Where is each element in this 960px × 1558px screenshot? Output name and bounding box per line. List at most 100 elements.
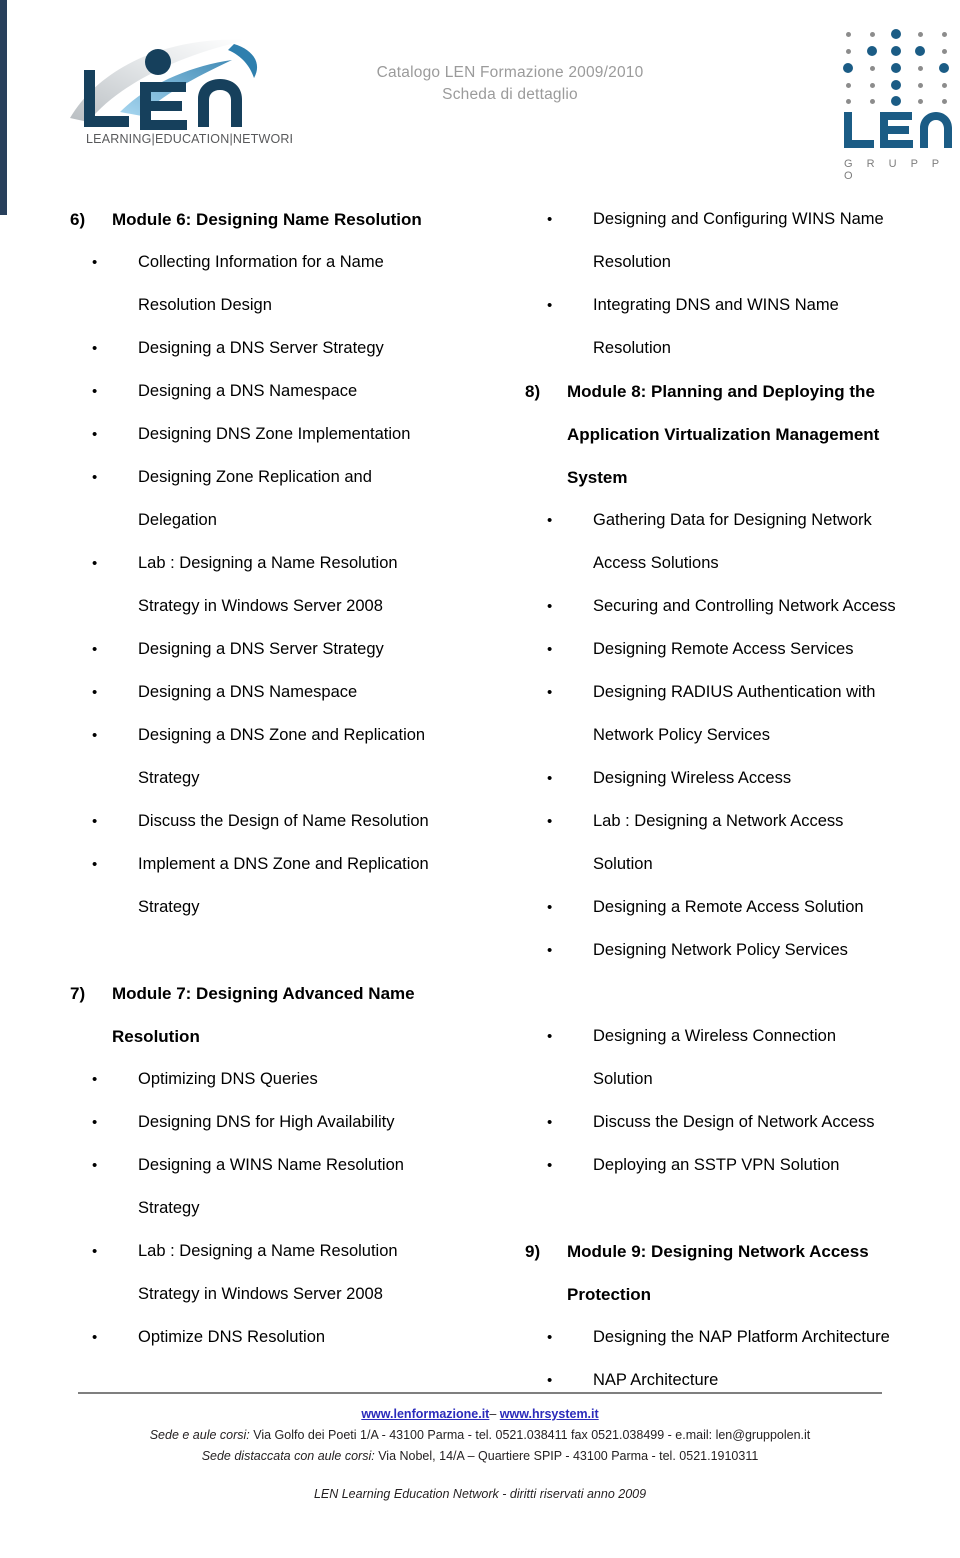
- topic-label: Designing a WINS Name Resolution: [138, 1156, 404, 1174]
- grid-dot-accent: [867, 46, 877, 56]
- bullet-icon: •: [92, 727, 98, 744]
- topic-bullet-item: • Implement a DNS Zone and Replication: [70, 843, 515, 886]
- topic-label: Designing DNS Zone Implementation: [138, 425, 411, 443]
- topic-label: Designing DNS for High Availability: [138, 1113, 395, 1131]
- module-number: 6): [70, 210, 86, 229]
- topic-label: Designing and Configuring WINS Name: [593, 210, 884, 228]
- footer-rights: LEN Learning Education Network - diritti…: [313, 1487, 647, 1501]
- grid-dot: [942, 99, 947, 104]
- bullet-icon: •: [92, 1243, 98, 1260]
- bullet-icon: •: [547, 641, 553, 658]
- grid-dot-accent: [939, 63, 949, 73]
- address-label-1: Sede e aule corsi:: [149, 1428, 250, 1442]
- topic-bullet-item: • Discuss the Design of Network Access: [525, 1101, 940, 1144]
- module-number: 9): [525, 1242, 541, 1261]
- grid-dot: [846, 83, 851, 88]
- topic-bullet-item: • Designing a WINS Name Resolution: [70, 1144, 515, 1187]
- topic-label: Designing Network Policy Services: [593, 941, 848, 959]
- topic-label: Optimize DNS Resolution: [138, 1328, 326, 1346]
- topic-label: Discuss the Design of Name Resolution: [138, 812, 429, 830]
- grid-dot-accent: [843, 63, 853, 73]
- module-number: 8): [525, 382, 541, 401]
- module-title: Module 7: Designing Advanced Name: [112, 984, 415, 1003]
- link-hrsystem[interactable]: www.hrsystem.it: [500, 1407, 599, 1421]
- topic-bullet-item: • Designing a Remote Access Solution: [525, 886, 940, 929]
- bullet-icon: •: [92, 340, 98, 357]
- grid-dot: [870, 83, 875, 88]
- topic-label-continued: Strategy in Windows Server 2008: [138, 597, 383, 615]
- topic-bullet-item: • NAP Architecture: [525, 1359, 940, 1402]
- topic-bullet-item: • Designing a DNS Namespace: [70, 671, 515, 714]
- gruppo-wordmark: [842, 110, 960, 155]
- bullet-icon: •: [92, 684, 98, 701]
- bullet-icon: •: [92, 813, 98, 830]
- topic-bullet-item: • Designing and Configuring WINS Name: [525, 198, 940, 241]
- footer-divider: [78, 1392, 882, 1394]
- grid-dot: [870, 99, 875, 104]
- bullet-icon: •: [92, 426, 98, 443]
- topic-bullet-item: • Designing a DNS Server Strategy: [70, 327, 515, 370]
- topic-label-continued: Strategy: [138, 898, 200, 916]
- module-heading: 8) Module 8: Planning and Deploying the: [525, 370, 940, 413]
- module-number: 7): [70, 984, 86, 1003]
- len-logo-tagline: LEARNING|EDUCATION|NETWORK: [86, 132, 292, 146]
- topic-label: Integrating DNS and WINS Name: [593, 296, 839, 314]
- bullet-icon: •: [547, 942, 553, 959]
- topic-label: Designing a DNS Server Strategy: [138, 640, 384, 658]
- topic-label: Designing Zone Replication and: [138, 468, 372, 486]
- bullet-icon: •: [547, 1028, 553, 1045]
- topic-label: Designing a Wireless Connection: [593, 1027, 837, 1045]
- topic-bullet-item: • Designing Remote Access Services: [525, 628, 940, 671]
- topic-bullet-item: • Integrating DNS and WINS Name: [525, 284, 940, 327]
- link-lenformazione[interactable]: www.lenformazione.it: [361, 1407, 489, 1421]
- catalog-title-line1: Catalogo LEN Formazione 2009/2010: [376, 64, 644, 81]
- module-title-continued: Protection: [567, 1285, 652, 1304]
- topic-label: Designing Remote Access Services: [593, 640, 854, 658]
- bullet-icon: •: [92, 856, 98, 873]
- topic-bullet-item: • Discuss the Design of Name Resolution: [70, 800, 515, 843]
- bullet-icon: •: [92, 555, 98, 572]
- bullet-icon: •: [547, 1372, 553, 1389]
- bullet-icon: •: [547, 770, 553, 787]
- grid-dot: [846, 32, 851, 37]
- topic-label: Securing and Controlling Network Access: [593, 597, 896, 615]
- grid-dot: [918, 99, 923, 104]
- topic-label: Designing the NAP Platform Architecture: [593, 1328, 890, 1346]
- bullet-icon: •: [547, 211, 553, 228]
- topic-label: Designing Wireless Access: [593, 769, 792, 787]
- topic-bullet-item: • Collecting Information for a Name: [70, 241, 515, 284]
- bullet-icon: •: [547, 598, 553, 615]
- topic-bullet-item: • Designing DNS for High Availability: [70, 1101, 515, 1144]
- topic-label: Lab : Designing a Name Resolution: [138, 554, 398, 572]
- page-header: LEARNING|EDUCATION|NETWORK Catalogo LEN …: [0, 0, 960, 190]
- len-gruppo-logo: G R U P P O: [838, 28, 960, 182]
- topic-label-continued: Solution: [593, 1070, 653, 1088]
- module-heading: 9) Module 9: Designing Network Access: [525, 1230, 940, 1273]
- address-text-2: Via Nobel, 14/A – Quartiere SPIP - 43100…: [374, 1449, 759, 1463]
- topic-bullet-item: • Deploying an SSTP VPN Solution: [525, 1144, 940, 1187]
- topic-bullet-item: • Designing RADIUS Authentication with: [525, 671, 940, 714]
- right-column: • Designing and Configuring WINS Name Reso…: [525, 198, 940, 1402]
- len-logo: LEARNING|EDUCATION|NETWORK: [62, 30, 292, 148]
- topic-bullet-item: • Designing the NAP Platform Architecture: [525, 1316, 940, 1359]
- grid-dot-accent: [915, 46, 925, 56]
- topic-bullet-item: • Designing a DNS Namespace: [70, 370, 515, 413]
- topic-label-continued: Access Solutions: [593, 554, 719, 572]
- topic-bullet-item: • Designing a Wireless Connection: [525, 1015, 940, 1058]
- topic-label: Collecting Information for a Name: [138, 253, 384, 271]
- bullet-icon: •: [92, 1114, 98, 1131]
- topic-label: Optimizing DNS Queries: [138, 1070, 318, 1088]
- grid-dot-accent: [891, 46, 901, 56]
- module-title-continued: Resolution: [112, 1027, 200, 1046]
- catalog-title: Catalogo LEN Formazione 2009/2010 Scheda…: [330, 62, 690, 106]
- topic-bullet-item: • Designing Wireless Access: [525, 757, 940, 800]
- grid-dot-accent: [891, 29, 901, 39]
- grid-dot-accent: [891, 63, 901, 73]
- address-label-2: Sede distaccata con aule corsi:: [201, 1449, 375, 1463]
- topic-bullet-item: • Designing Network Policy Services: [525, 929, 940, 972]
- topic-label: NAP Architecture: [593, 1371, 719, 1389]
- topic-label-continued: Solution: [593, 855, 653, 873]
- module-title: Module 9: Designing Network Access: [567, 1242, 869, 1261]
- topic-label: Designing a DNS Zone and Replication: [138, 726, 426, 744]
